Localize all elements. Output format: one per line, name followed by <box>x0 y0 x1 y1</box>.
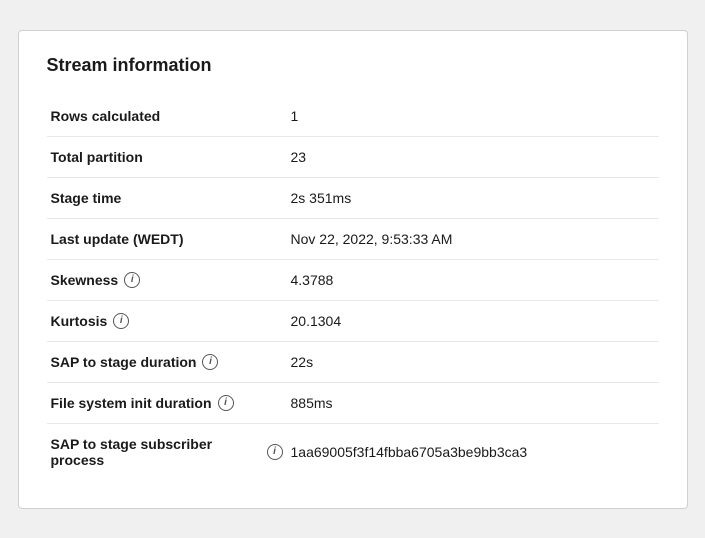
table-row: Stage time 2s 351ms <box>47 177 659 218</box>
label-text-2: Stage time <box>51 190 122 206</box>
row-label-8: SAP to stage subscriber process i <box>47 423 287 480</box>
row-label-0: Rows calculated <box>47 96 287 137</box>
row-value-6: 22s <box>287 341 659 382</box>
label-text-8: SAP to stage subscriber process <box>51 436 261 468</box>
info-icon-8[interactable]: i <box>267 444 283 460</box>
table-row: SAP to stage subscriber process i1aa69005… <box>47 423 659 480</box>
stream-information-card: Stream information Rows calculated1Total… <box>18 30 688 509</box>
row-value-2: 2s 351ms <box>287 177 659 218</box>
info-icon-6[interactable]: i <box>202 354 218 370</box>
row-value-1: 23 <box>287 136 659 177</box>
info-icon-4[interactable]: i <box>124 272 140 288</box>
row-value-8: 1aa69005f3f14fbba6705a3be9bb3ca3 <box>287 423 659 480</box>
table-row: SAP to stage duration i 22s <box>47 341 659 382</box>
info-table: Rows calculated1Total partition23Stage t… <box>47 96 659 480</box>
table-row: Total partition 23 <box>47 136 659 177</box>
table-row: Rows calculated 1 <box>47 96 659 137</box>
row-label-4: Skewness i <box>47 259 287 300</box>
label-text-4: Skewness <box>51 272 119 288</box>
row-label-7: File system init duration i <box>47 382 287 423</box>
label-text-3: Last update (WEDT) <box>51 231 184 247</box>
info-icon-7[interactable]: i <box>218 395 234 411</box>
label-text-7: File system init duration <box>51 395 212 411</box>
table-row: Last update (WEDT) Nov 22, 2022, 9:53:33 … <box>47 218 659 259</box>
info-icon-5[interactable]: i <box>113 313 129 329</box>
table-row: Kurtosis i 20.1304 <box>47 300 659 341</box>
label-text-0: Rows calculated <box>51 108 161 124</box>
row-label-2: Stage time <box>47 177 287 218</box>
table-row: File system init duration i 885ms <box>47 382 659 423</box>
row-label-3: Last update (WEDT) <box>47 218 287 259</box>
label-text-1: Total partition <box>51 149 143 165</box>
row-label-5: Kurtosis i <box>47 300 287 341</box>
label-text-5: Kurtosis <box>51 313 108 329</box>
row-value-4: 4.3788 <box>287 259 659 300</box>
row-value-5: 20.1304 <box>287 300 659 341</box>
row-label-6: SAP to stage duration i <box>47 341 287 382</box>
row-value-7: 885ms <box>287 382 659 423</box>
card-title: Stream information <box>47 55 659 76</box>
row-label-1: Total partition <box>47 136 287 177</box>
row-value-0: 1 <box>287 96 659 137</box>
row-value-3: Nov 22, 2022, 9:53:33 AM <box>287 218 659 259</box>
table-row: Skewness i 4.3788 <box>47 259 659 300</box>
label-text-6: SAP to stage duration <box>51 354 197 370</box>
